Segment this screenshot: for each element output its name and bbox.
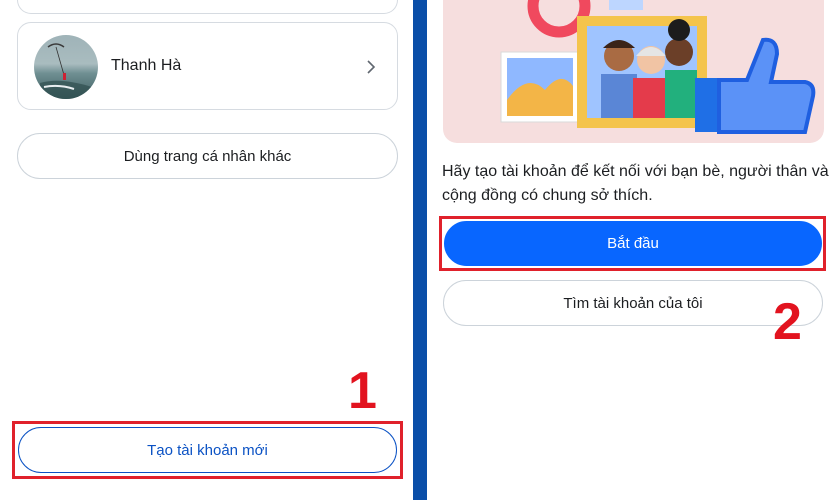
left-phone-screen: Thanh Hà Dùng trang cá nhân khác 1 Tạo t…: [0, 0, 413, 500]
use-other-profile-button[interactable]: Dùng trang cá nhân khác: [17, 133, 398, 179]
step-2-marker: 2: [773, 293, 802, 351]
profile-name: Thanh Hà: [111, 57, 182, 74]
friends-thumbs-up-illustration-icon: [500, 0, 816, 134]
find-my-account-button[interactable]: Tìm tài khoản của tôi: [443, 280, 823, 326]
step-1-marker: 1: [348, 362, 377, 420]
create-new-account-button[interactable]: Tạo tài khoản mới: [18, 427, 397, 473]
welcome-illustration: [443, 0, 824, 143]
right-phone-screen: Hãy tạo tài khoản để kết nối với bạn bè,…: [427, 0, 840, 500]
profile-card[interactable]: [17, 0, 398, 14]
profile-photo-icon: [40, 43, 92, 99]
description-text: Hãy tạo tài khoản để kết nối với bạn bè,…: [442, 163, 829, 204]
avatar: [34, 35, 98, 99]
chevron-right-icon[interactable]: [366, 59, 376, 75]
profile-row[interactable]: Thanh Hà: [17, 22, 398, 110]
start-button[interactable]: Bắt đầu: [444, 221, 822, 266]
